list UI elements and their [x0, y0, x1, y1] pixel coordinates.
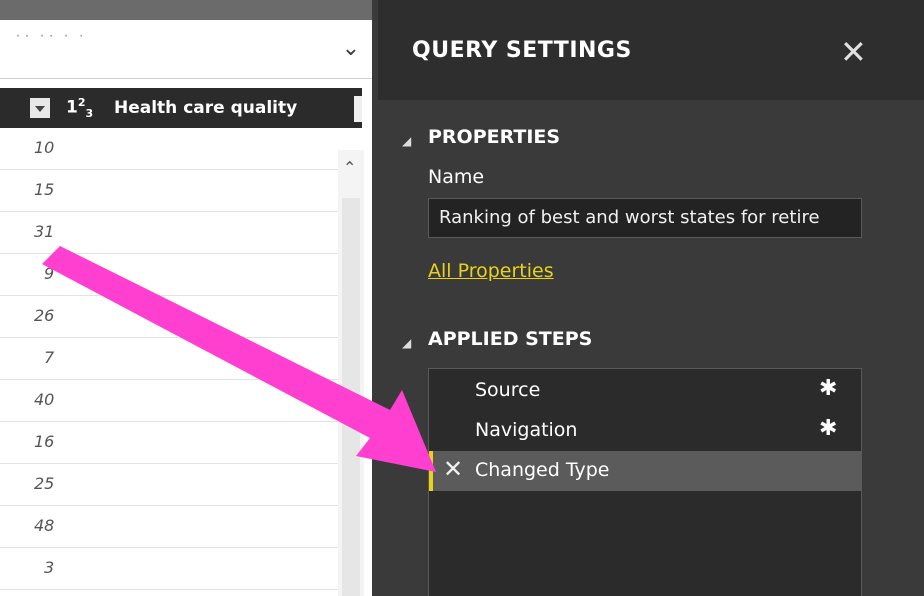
table-row[interactable]: 10 [0, 128, 338, 170]
cell-value: 3 [44, 558, 55, 577]
step-label: Source [475, 379, 541, 401]
panel-header: QUERY SETTINGS ✕ [378, 0, 924, 100]
applied-steps-list: Source ✱ Navigation ✱ ✕ Changed Type [428, 368, 862, 596]
table-row[interactable]: 15 [0, 170, 338, 212]
delete-step-icon[interactable]: ✕ [443, 455, 463, 483]
gear-icon[interactable]: ✱ [819, 416, 837, 441]
step-source[interactable]: Source ✱ [429, 371, 861, 411]
close-icon[interactable]: ✕ [840, 36, 867, 68]
cell-value: 25 [34, 474, 55, 493]
cell-value: 16 [34, 432, 55, 451]
formula-text: ˙˙ ˙˙ ˙ ˙ [14, 32, 87, 51]
applied-steps-heading[interactable]: APPLIED STEPS [428, 328, 592, 350]
cell-value: 15 [34, 180, 55, 199]
step-changed-type[interactable]: ✕ Changed Type [429, 451, 861, 491]
cell-value: 40 [34, 390, 55, 409]
top-strip [0, 0, 378, 20]
cell-value: 10 [34, 138, 55, 157]
step-navigation[interactable]: Navigation ✱ [429, 411, 861, 451]
query-name-value: Ranking of best and worst states for ret… [439, 207, 820, 228]
scroll-up-icon[interactable]: ⌃ [343, 160, 356, 176]
table-row[interactable]: 26 [0, 296, 338, 338]
next-column-edge [354, 96, 362, 122]
all-properties-link[interactable]: All Properties [428, 260, 554, 282]
data-grid-pane: ˙˙ ˙˙ ˙ ˙ ⌄ 123 Health care quality 10 1… [0, 0, 378, 596]
column-filter-dropdown-icon[interactable] [30, 98, 50, 118]
table-row[interactable]: 3 [0, 548, 338, 590]
table-row[interactable]: 48 [0, 506, 338, 548]
table-row[interactable]: 7 [0, 338, 338, 380]
cell-value: 9 [44, 264, 55, 283]
grid-rows: 10 15 31 9 26 7 40 16 25 48 3 [0, 128, 338, 590]
query-settings-panel: QUERY SETTINGS ✕ ◢ PROPERTIES Name Ranki… [378, 0, 924, 596]
table-row[interactable]: 40 [0, 380, 338, 422]
panel-title: QUERY SETTINGS [412, 38, 632, 63]
cell-value: 31 [34, 222, 55, 241]
table-row[interactable]: 31 [0, 212, 338, 254]
table-row[interactable]: 25 [0, 464, 338, 506]
collapse-caret-icon[interactable]: ◢ [402, 134, 411, 148]
cell-value: 26 [34, 306, 55, 325]
table-row[interactable]: 9 [0, 254, 338, 296]
scrollbar-thumb[interactable] [342, 198, 360, 596]
formula-bar[interactable]: ˙˙ ˙˙ ˙ ˙ ⌄ [0, 20, 372, 79]
properties-heading[interactable]: PROPERTIES [428, 126, 560, 148]
column-header[interactable]: 123 Health care quality [0, 88, 362, 128]
whole-number-type-icon[interactable]: 123 [66, 96, 93, 120]
table-row[interactable]: 16 [0, 422, 338, 464]
gear-icon[interactable]: ✱ [819, 376, 837, 401]
step-label: Navigation [475, 419, 578, 441]
collapse-caret-icon[interactable]: ◢ [402, 336, 411, 350]
cell-value: 48 [34, 516, 55, 535]
chevron-down-icon[interactable]: ⌄ [342, 38, 360, 60]
step-label: Changed Type [475, 459, 610, 481]
vertical-scrollbar[interactable]: ⌃ [338, 150, 364, 596]
query-name-field[interactable]: Ranking of best and worst states for ret… [428, 198, 862, 238]
column-title: Health care quality [114, 98, 298, 118]
selection-marker [429, 451, 433, 491]
cell-value: 7 [44, 348, 55, 367]
name-label: Name [428, 166, 485, 188]
